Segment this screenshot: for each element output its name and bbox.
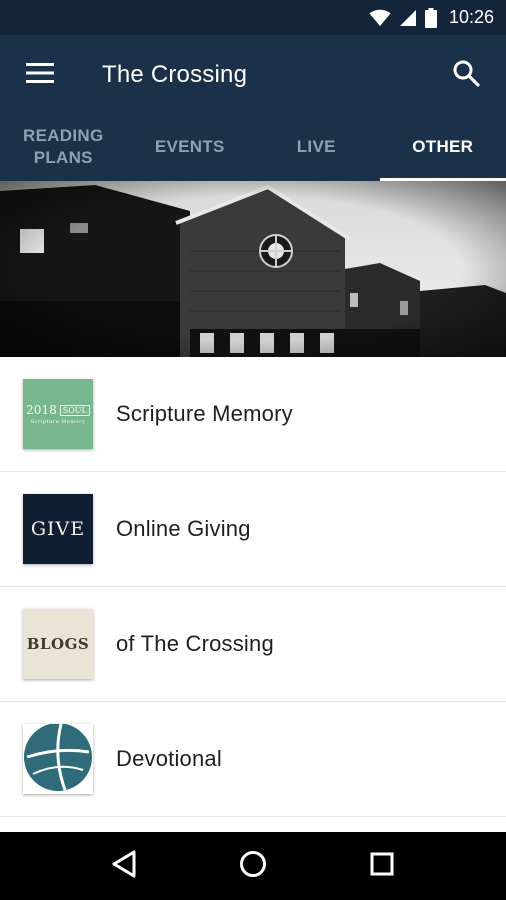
status-bar: 10:26 [0, 0, 506, 35]
list-item-scripture-memory[interactable]: 2018 SOUL Scripture Memory Scripture Memo… [0, 357, 506, 472]
signal-icon [399, 9, 417, 27]
tab-label: EVENTS [154, 137, 225, 156]
church-building-image [0, 181, 506, 357]
thumb-text: GIVE [30, 518, 86, 540]
thumb-box-text: SOUL [59, 404, 90, 416]
thumb-text: BLOGS [26, 635, 90, 653]
tab-label: LIVE [296, 137, 336, 156]
tab-bar: READING PLANS EVENTS LIVE OTHER [0, 115, 506, 181]
system-nav-bar [0, 832, 506, 900]
other-links-list: 2018 SOUL Scripture Memory Scripture Memo… [0, 357, 506, 817]
tab-live[interactable]: LIVE [253, 115, 380, 181]
scripture-memory-thumbnail: 2018 SOUL Scripture Memory [23, 379, 93, 449]
list-item-online-giving[interactable]: GIVE Online Giving [0, 472, 506, 587]
list-item-label: of The Crossing [116, 631, 274, 656]
home-circle-icon [239, 850, 267, 883]
tab-label: READING PLANS [23, 126, 104, 167]
list-item-label: Scripture Memory [116, 401, 293, 426]
tab-other[interactable]: OTHER [379, 115, 506, 181]
crossing-logo-icon [23, 724, 93, 794]
list-item-devotional[interactable]: Devotional [0, 702, 506, 817]
hamburger-menu-icon [26, 62, 54, 89]
list-item-label: Devotional [116, 746, 222, 771]
list-item-label: Online Giving [116, 516, 251, 541]
menu-button[interactable] [0, 35, 80, 115]
app-bar: The Crossing [0, 35, 506, 115]
thumb-subtitle: Scripture Memory [30, 419, 86, 425]
tab-reading-plans[interactable]: READING PLANS [0, 115, 127, 181]
back-triangle-icon [111, 850, 137, 883]
list-item-blogs[interactable]: BLOGS of The Crossing [0, 587, 506, 702]
wifi-icon [369, 9, 391, 27]
app-title: The Crossing [102, 61, 248, 88]
devotional-thumbnail [23, 724, 93, 794]
clock-time: 10:26 [448, 7, 494, 27]
blogs-thumbnail: BLOGS [23, 609, 93, 679]
thumb-year: 2018 [26, 403, 57, 417]
tab-label: OTHER [412, 137, 474, 156]
tab-events[interactable]: EVENTS [127, 115, 254, 181]
battery-icon [424, 7, 437, 28]
recents-button[interactable] [352, 836, 412, 896]
search-button[interactable] [426, 35, 506, 115]
recents-square-icon [369, 851, 395, 882]
search-icon [452, 59, 480, 92]
back-button[interactable] [94, 836, 154, 896]
give-thumbnail: GIVE [23, 494, 93, 564]
home-button[interactable] [223, 836, 283, 896]
